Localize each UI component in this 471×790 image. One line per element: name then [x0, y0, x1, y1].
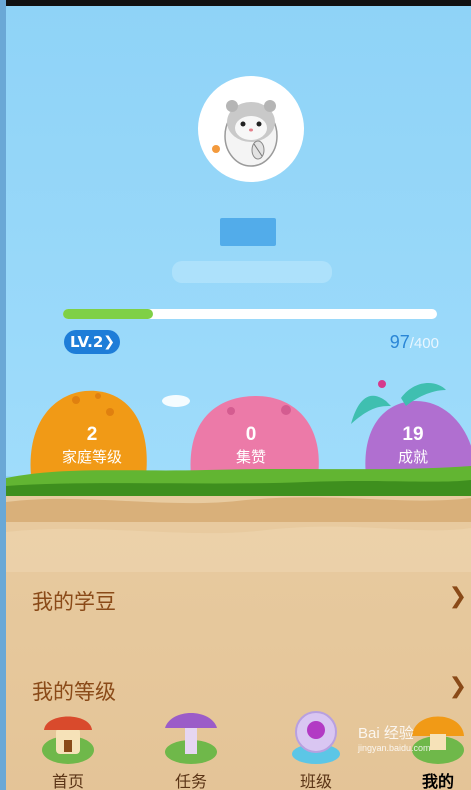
watermark: Bai 经验 jingyan.baidu.com — [358, 722, 431, 753]
tab-label: 班级 — [299, 774, 332, 790]
tab-label: 我的 — [421, 774, 454, 790]
hamster-avatar-icon — [212, 100, 278, 167]
stat-label: 成就 — [397, 449, 428, 466]
menu-label: 我的等级 — [32, 681, 116, 704]
stat-family-level[interactable]: 2 家庭等级 — [46, 424, 138, 467]
tab-home[interactable]: 首页 — [28, 706, 108, 790]
ground-waves — [6, 497, 471, 572]
watermark-text: Bai 经验 — [358, 725, 414, 742]
crystal-ball-icon — [292, 711, 340, 764]
exp-max: /400 — [409, 335, 439, 352]
mushroom-house-icon — [42, 716, 94, 764]
chevron-right-icon: ❯ — [448, 674, 467, 699]
purple-mushroom-icon — [165, 713, 217, 764]
stat-label: 家庭等级 — [61, 449, 122, 466]
exp-progress-bar — [63, 309, 437, 319]
stat-value: 19 — [402, 424, 424, 445]
app-screen: LV.2 ❯ 97/400 2 家庭等级 0 集赞 19 成就 我的学豆 ❯ 我… — [6, 6, 471, 790]
user-subtitle-blurred — [172, 261, 332, 283]
menu-my-beans[interactable]: 我的学豆 ❯ — [6, 572, 471, 632]
tab-label: 任务 — [174, 774, 207, 790]
level-badge[interactable]: LV.2 ❯ — [64, 330, 120, 354]
chevron-right-icon: ❯ — [448, 584, 467, 609]
watermark-sub: jingyan.baidu.com — [358, 743, 431, 753]
stat-value: 2 — [86, 424, 98, 445]
chevron-right-icon: ❯ — [103, 334, 115, 350]
tab-class[interactable]: 班级 — [276, 706, 356, 790]
stat-likes[interactable]: 0 集赞 — [206, 424, 296, 467]
exp-current: 97 — [389, 332, 410, 352]
level-label: LV.2 — [70, 333, 104, 351]
stat-achievements[interactable]: 19 成就 — [376, 424, 450, 467]
tab-task[interactable]: 任务 — [151, 706, 231, 790]
exp-readout: 97/400 — [390, 332, 439, 353]
avatar[interactable] — [198, 76, 304, 182]
username-blurred — [220, 218, 276, 246]
tab-label: 首页 — [51, 774, 84, 790]
stat-value: 0 — [245, 424, 257, 445]
stat-label: 集赞 — [235, 449, 266, 466]
exp-progress-fill — [63, 309, 153, 319]
menu-label: 我的学豆 — [32, 591, 116, 614]
